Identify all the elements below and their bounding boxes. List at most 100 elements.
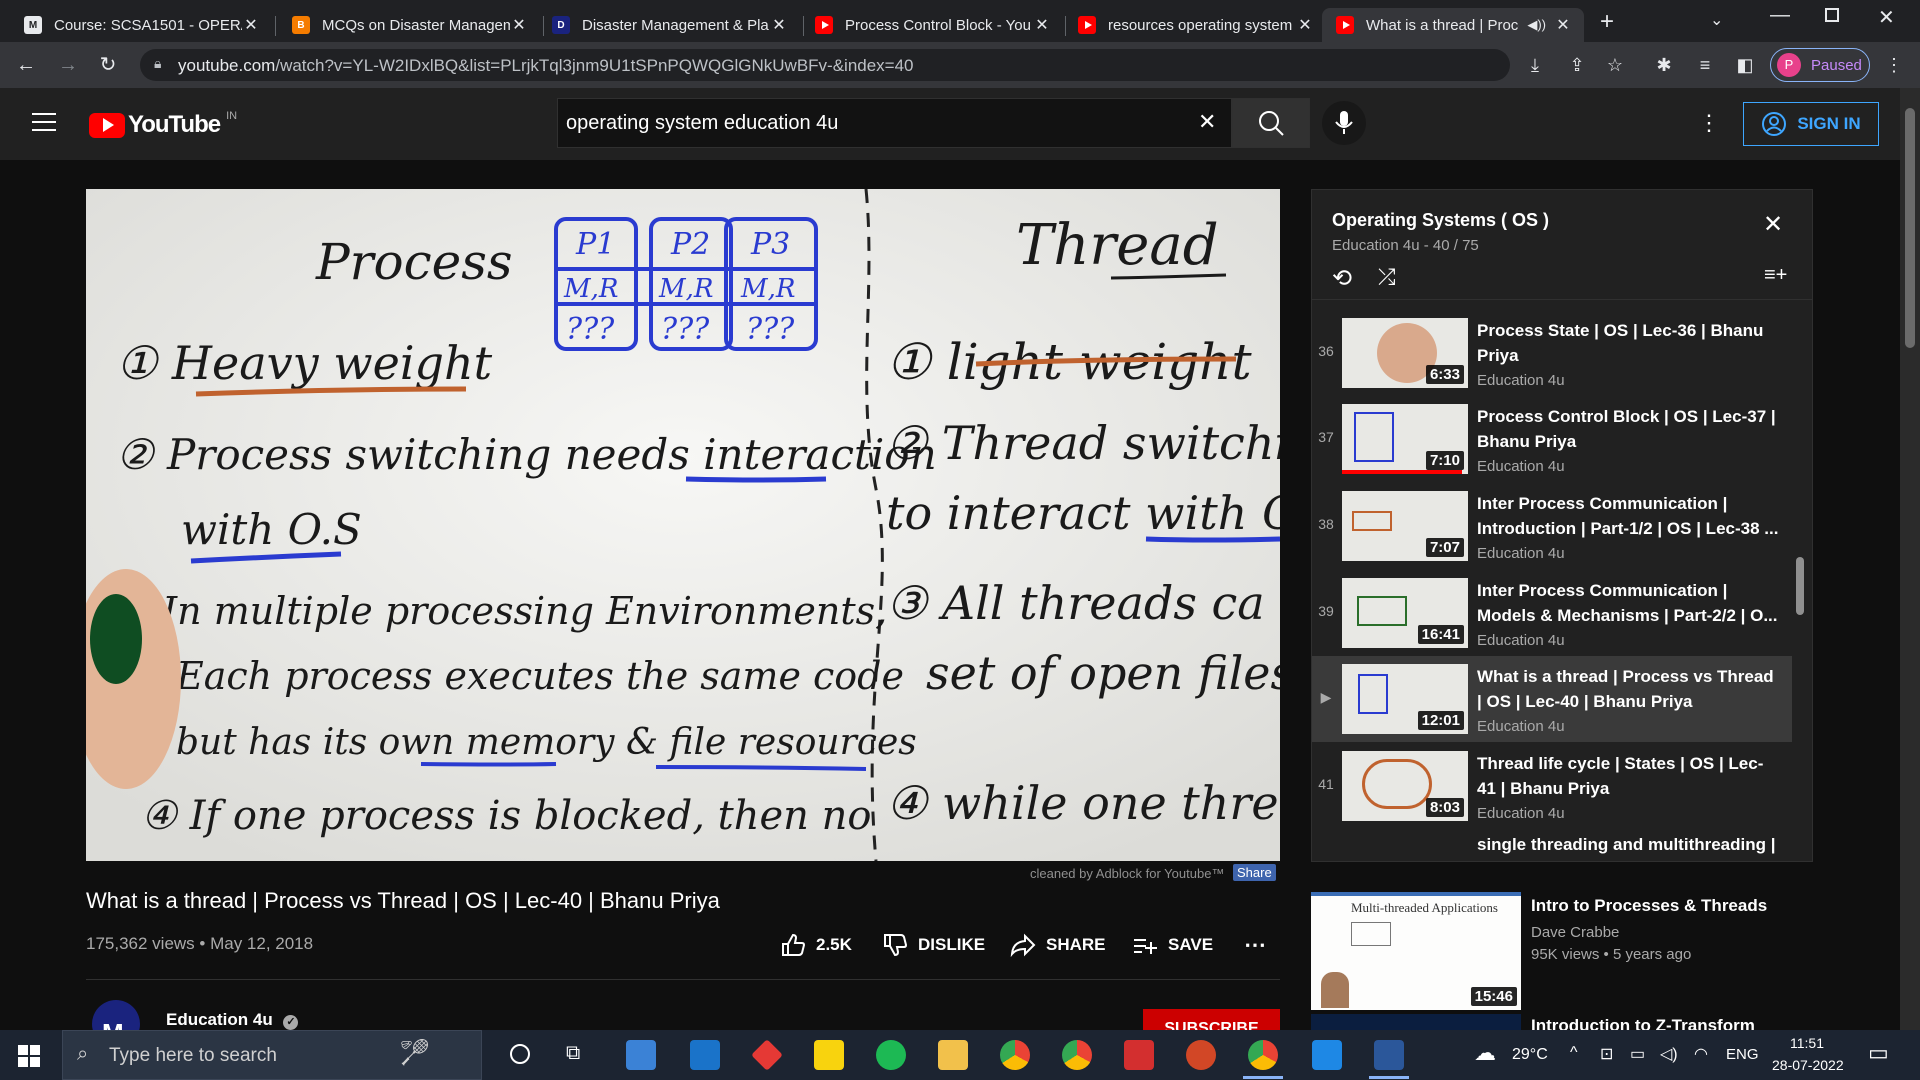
adblock-share-link[interactable]: Share [1233, 864, 1276, 881]
playlist-item[interactable]: single threading and multithreading | [1312, 829, 1792, 861]
playlist-item-channel: Education 4u [1477, 372, 1565, 389]
tab-pcb[interactable]: Process Control Block - You ✕ [801, 8, 1063, 42]
file-explorer-icon[interactable] [938, 1040, 968, 1070]
chrome-icon[interactable] [1000, 1040, 1030, 1070]
sign-in-button[interactable]: SIGN IN [1743, 102, 1879, 146]
clock-time[interactable]: 11:51 [1790, 1035, 1824, 1051]
mail-icon[interactable] [690, 1040, 720, 1070]
close-playlist-icon[interactable]: ✕ [1763, 210, 1783, 239]
taskbar-search-box[interactable]: ⌕ Type here to search 🏸︎ [62, 1030, 482, 1080]
profile-button[interactable]: P Paused [1770, 48, 1870, 82]
chrome-profile-icon[interactable] [1062, 1040, 1092, 1070]
playlist-item-index: 39 [1318, 603, 1334, 619]
tab-mcqs[interactable]: B MCQs on Disaster Managem ✕ [278, 8, 540, 42]
weather-cloud-icon[interactable]: ☁ [1474, 1040, 1496, 1066]
input-language[interactable]: ENG [1726, 1046, 1759, 1063]
network-icon[interactable]: ⊡ [1600, 1044, 1613, 1064]
sticky-notes-icon[interactable] [814, 1040, 844, 1070]
tab-active-thread[interactable]: What is a thread | Proce ◀)) ✕ [1322, 8, 1584, 42]
tab-course[interactable]: M Course: SCSA1501 - OPERA ✕ [10, 8, 272, 42]
chrome-active-icon[interactable] [1248, 1040, 1278, 1070]
playlist-item[interactable]: 39 16:41 Inter Process Communication | M… [1312, 570, 1792, 656]
windows-start-icon[interactable] [18, 1045, 40, 1067]
battery-icon[interactable]: ▭ [1630, 1044, 1645, 1064]
tab-resources[interactable]: resources operating system ✕ [1064, 8, 1326, 42]
clock-date[interactable]: 28-07-2022 [1772, 1057, 1844, 1073]
forward-icon[interactable]: → [56, 53, 80, 77]
reload-icon[interactable]: ↻ [96, 53, 120, 77]
photos-icon[interactable] [1312, 1040, 1342, 1070]
anydesk-icon[interactable] [751, 1039, 783, 1071]
close-tab-icon[interactable]: ✕ [770, 15, 788, 35]
new-tab-button[interactable]: + [1600, 8, 1614, 36]
save-button[interactable]: SAVE [1132, 932, 1213, 958]
volume-icon[interactable]: ◁) [1660, 1044, 1678, 1064]
cortana-icon[interactable] [510, 1044, 530, 1064]
audio-playing-icon[interactable]: ◀)) [1527, 17, 1546, 33]
share-icon[interactable]: ⇪ [1565, 53, 1589, 77]
right-line-3: to interact with O [886, 486, 1280, 540]
word-icon[interactable] [1374, 1040, 1404, 1070]
duration-badge: 16:41 [1417, 625, 1464, 644]
powerpoint-icon[interactable] [1186, 1040, 1216, 1070]
playlist-title[interactable]: Operating Systems ( OS ) [1332, 210, 1549, 231]
acrobat-icon[interactable] [1124, 1040, 1154, 1070]
close-tab-icon[interactable]: ✕ [1554, 15, 1572, 35]
page-scrollbar[interactable] [1900, 88, 1920, 1030]
loop-icon[interactable]: ⟲ [1332, 264, 1352, 293]
tab-search-chevron-icon[interactable]: ⌄ [1710, 10, 1723, 30]
hamburger-menu-icon[interactable] [32, 113, 56, 131]
notification-center-icon[interactable]: ▭ [1868, 1040, 1889, 1066]
close-tab-icon[interactable]: ✕ [1033, 15, 1051, 35]
youtube-logo[interactable]: YouTube IN [89, 110, 237, 139]
microsoft-store-icon[interactable] [626, 1040, 656, 1070]
playlist-item[interactable]: 36 6:33 Process State | OS | Lec-36 | Bh… [1312, 310, 1792, 396]
address-bar[interactable]: 🔒︎ youtube.com/watch?v=YL-W2IDxlBQ&list=… [140, 49, 1510, 81]
page-scrollbar-thumb[interactable] [1905, 108, 1915, 348]
playlist-item-now-playing[interactable]: ▶ 12:01 What is a thread | Process vs Th… [1312, 656, 1792, 742]
spotify-icon[interactable] [876, 1040, 906, 1070]
thumbs-down-icon [884, 934, 908, 957]
media-control-icon[interactable]: ≡ [1693, 53, 1717, 77]
duration-badge: 15:46 [1470, 987, 1517, 1006]
duration-badge: 7:07 [1425, 538, 1464, 557]
like-button[interactable]: 2.5K [780, 932, 852, 958]
extensions-icon[interactable]: ✱ [1652, 53, 1676, 77]
bookmark-star-icon[interactable]: ☆ [1603, 53, 1627, 77]
settings-more-icon[interactable]: ⋮ [1698, 110, 1720, 136]
dislike-button[interactable]: DISLIKE [882, 932, 985, 958]
temperature[interactable]: 29°C [1512, 1046, 1548, 1064]
video-player[interactable]: P1 P2 P3 M,R M,R M,R ??? ??? ??? Process… [86, 189, 1280, 861]
search-input[interactable] [558, 99, 1178, 147]
show-hidden-icons[interactable]: ^ [1570, 1044, 1578, 1062]
channel-name[interactable]: Education 4u ✓ [166, 1010, 299, 1030]
side-panel-icon[interactable]: ◧ [1733, 53, 1757, 77]
task-view-icon[interactable]: ⧉ [566, 1042, 580, 1065]
playlist-item[interactable]: 41 8:03 Thread life cycle | States | OS … [1312, 743, 1792, 829]
voice-search-button[interactable] [1322, 101, 1366, 145]
close-tab-icon[interactable]: ✕ [1296, 15, 1314, 35]
close-tab-icon[interactable]: ✕ [510, 15, 528, 35]
playlist-scrollbar[interactable] [1796, 557, 1804, 615]
search-button[interactable] [1232, 98, 1310, 148]
tab-disaster[interactable]: D Disaster Management & Pla ✕ [538, 8, 800, 42]
install-app-icon[interactable]: ⤓ [1523, 53, 1547, 77]
disaster-management-icon: D [552, 16, 570, 34]
share-button[interactable]: SHARE [1010, 932, 1106, 958]
recommended-thumbnail [1311, 1014, 1521, 1030]
close-window-button[interactable]: ✕ [1878, 5, 1895, 30]
recommended-video[interactable]: Multi-threaded Applications 15:46 Intro … [1311, 892, 1821, 1012]
maximize-button[interactable] [1825, 8, 1839, 22]
chrome-menu-icon[interactable]: ⋮ [1882, 53, 1906, 77]
clear-search-icon[interactable]: ✕ [1198, 109, 1216, 135]
minimize-button[interactable]: — [1770, 4, 1790, 27]
recommended-video-next[interactable]: Introduction to Z-Transform [1311, 1014, 1821, 1030]
wifi-icon[interactable]: ◠ [1694, 1044, 1708, 1064]
playlist-add-icon[interactable]: ≡+ [1764, 264, 1787, 287]
shuffle-icon[interactable]: ⤮ [1378, 264, 1396, 290]
more-actions-icon[interactable]: ⋯ [1244, 932, 1266, 958]
playlist-item[interactable]: 38 7:07 Inter Process Communication | In… [1312, 483, 1792, 569]
playlist-item[interactable]: 37 7:10 Process Control Block | OS | Lec… [1312, 396, 1792, 482]
close-tab-icon[interactable]: ✕ [242, 15, 260, 35]
back-icon[interactable]: ← [14, 53, 38, 77]
